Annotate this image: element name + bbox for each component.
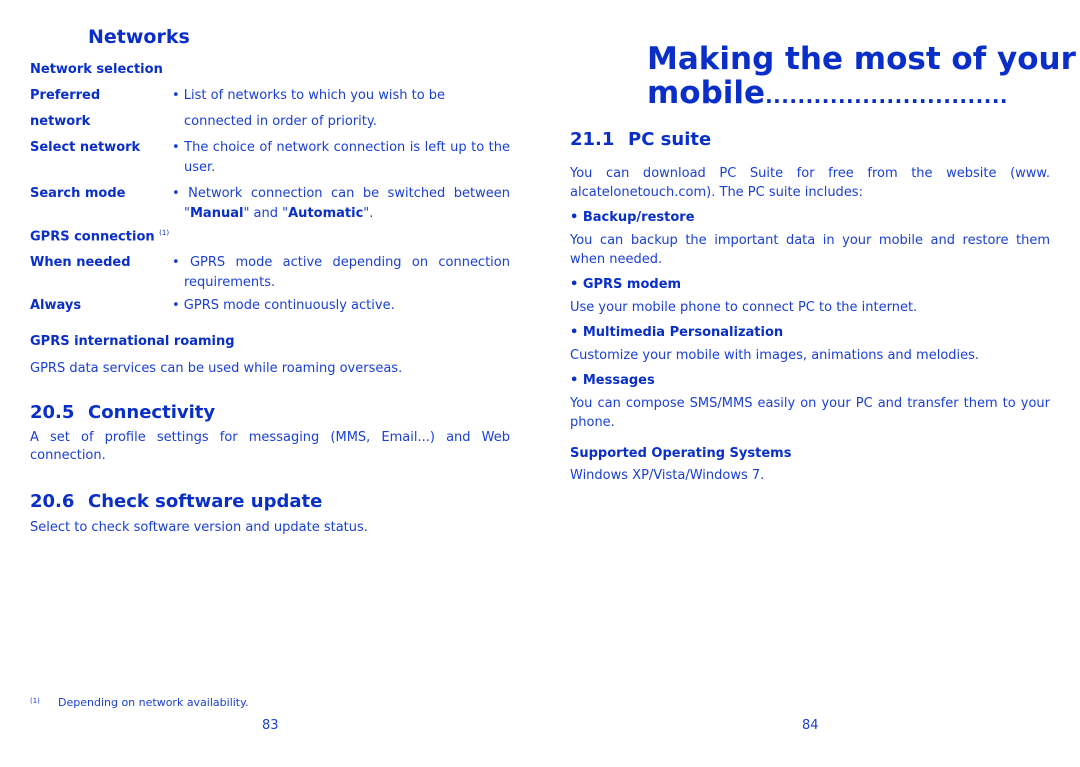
- feature-text-messages: You can compose SMS/MMS easily on your P…: [570, 396, 1050, 430]
- search-mode-desc-post: ".: [363, 206, 374, 221]
- chapter-title: Making the most of your mobile..........…: [647, 42, 1076, 113]
- chapter-title-line1: Making the most of your: [647, 41, 1076, 77]
- footnote-mark: (1): [30, 697, 40, 705]
- preferred-network-label-line1: Preferred: [30, 88, 101, 103]
- feature-title-multimedia: • Multimedia Personalization: [570, 325, 784, 340]
- preferred-network-label-line2: network: [30, 114, 91, 129]
- feature-text-backup: You can backup the important data in you…: [570, 233, 1050, 267]
- gprs-connection-heading: GPRS connection (1): [30, 229, 169, 244]
- feature-text-multimedia: Customize your mobile with images, anima…: [570, 348, 980, 363]
- supported-os-heading: Supported Operating Systems: [570, 446, 792, 461]
- check-software-update-text: Select to check software version and upd…: [30, 520, 368, 535]
- section-heading-pc-suite: 21.1 PC suite: [570, 129, 711, 150]
- manual-option: Manual: [189, 206, 244, 221]
- page-number-right: 84: [802, 718, 819, 733]
- always-desc: • GPRS mode continuously active.: [172, 298, 395, 313]
- select-network-desc-text: • The choice of network connection is le…: [172, 140, 510, 175]
- when-needed-desc: • GPRS mode active depending on connecti…: [172, 253, 510, 293]
- section-title: Check software update: [88, 491, 323, 512]
- chapter-title-line2: mobile..............................: [647, 76, 1076, 113]
- preferred-network-desc-line2: connected in order of priority.: [184, 114, 377, 129]
- when-needed-desc-text: • GPRS mode active depending on connecti…: [172, 255, 510, 290]
- when-needed-label: When needed: [30, 255, 131, 270]
- automatic-option: Automatic: [288, 206, 364, 221]
- gprs-connection-heading-text: GPRS connection: [30, 229, 155, 245]
- section-title: Connectivity: [88, 402, 216, 423]
- gprs-roaming-heading: GPRS international roaming: [30, 334, 235, 349]
- search-mode-desc: • Network connection can be switched bet…: [172, 184, 510, 224]
- footnote-text: Depending on network availability.: [58, 696, 249, 709]
- select-network-desc: • The choice of network connection is le…: [172, 138, 510, 178]
- feature-title-gprs-modem: • GPRS modem: [570, 277, 682, 292]
- chapter-title-leader: ..............................: [765, 84, 1009, 108]
- section-number: 20.6: [30, 491, 75, 512]
- gprs-roaming-text: GPRS data services can be used while roa…: [30, 361, 403, 376]
- select-network-label: Select network: [30, 140, 141, 155]
- section-heading-check-software-update: 20.6 Check software update: [30, 491, 322, 512]
- supported-os-text: Windows XP/Vista/Windows 7.: [570, 468, 765, 483]
- footnote-reference[interactable]: (1): [159, 229, 169, 237]
- connectivity-text: A set of profile settings for messaging …: [30, 430, 510, 463]
- network-selection-heading: Network selection: [30, 62, 163, 77]
- section-title: PC suite: [628, 129, 712, 150]
- feature-text-gprs-modem: Use your mobile phone to connect PC to t…: [570, 300, 918, 315]
- section-number: 20.5: [30, 402, 75, 423]
- page-number-left: 83: [262, 718, 279, 733]
- section-heading-connectivity: 20.5 Connectivity: [30, 402, 215, 423]
- feature-title-messages: • Messages: [570, 373, 655, 388]
- feature-title-backup: • Backup/restore: [570, 210, 695, 225]
- chapter-title-word: mobile: [647, 75, 766, 111]
- networks-heading: Networks: [88, 26, 190, 48]
- search-mode-label: Search mode: [30, 186, 126, 201]
- always-label: Always: [30, 298, 82, 313]
- pc-suite-intro: You can download PC Suite for free from …: [570, 166, 1050, 200]
- search-mode-desc-mid: " and ": [243, 206, 289, 221]
- section-number: 21.1: [570, 129, 615, 150]
- preferred-network-desc-line1: • List of networks to which you wish to …: [172, 88, 446, 103]
